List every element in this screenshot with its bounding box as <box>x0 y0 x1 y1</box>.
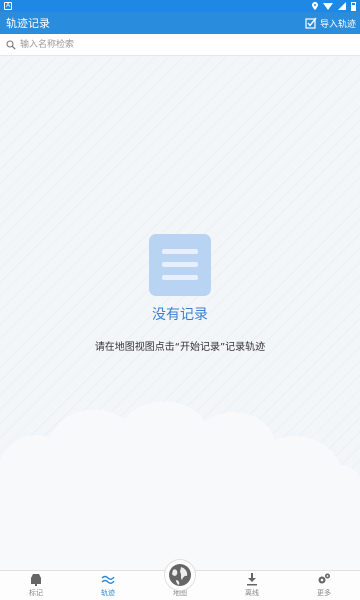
battery-icon <box>351 1 356 11</box>
bottom-tab-bar: 标记 轨迹 地图 离线 更多 <box>0 559 360 600</box>
wifi-icon <box>323 2 333 10</box>
status-bar: A <box>0 0 360 12</box>
empty-state: 没有记录 请在地图视图点击“开始记录”记录轨迹 <box>0 234 360 353</box>
tab-label: 更多 <box>317 589 331 597</box>
search-input[interactable] <box>20 35 354 54</box>
empty-title: 没有记录 <box>152 307 208 323</box>
track-list-area[interactable]: 没有记录 请在地图视图点击“开始记录”记录轨迹 <box>0 57 360 570</box>
page-title: 轨迹记录 <box>6 17 50 30</box>
app-notification-icon: A <box>4 2 12 10</box>
location-icon <box>312 2 318 10</box>
list-document-icon <box>149 234 211 296</box>
gears-icon <box>318 573 330 584</box>
import-track-button[interactable]: 导入轨迹 <box>305 17 356 30</box>
search-bar <box>0 34 360 56</box>
signal-icon <box>338 2 346 10</box>
app-bar: 轨迹记录 导入轨迹 <box>0 12 360 34</box>
tab-map[interactable]: 地图 <box>144 559 216 600</box>
tab-offline[interactable]: 离线 <box>216 571 288 600</box>
map-button-circle <box>164 559 196 591</box>
tab-marker[interactable]: 标记 <box>0 571 72 600</box>
search-icon <box>6 39 16 50</box>
cloud-background <box>0 401 360 570</box>
download-icon <box>247 573 257 586</box>
track-icon <box>101 575 115 584</box>
tab-label: 轨迹 <box>101 589 115 597</box>
import-track-label: 导入轨迹 <box>319 19 356 30</box>
checkbox-icon <box>305 17 317 29</box>
tab-more[interactable]: 更多 <box>288 571 360 600</box>
tab-label: 标记 <box>29 589 43 597</box>
globe-icon <box>169 564 191 586</box>
empty-hint: 请在地图视图点击“开始记录”记录轨迹 <box>94 342 266 353</box>
marker-icon <box>31 574 41 586</box>
tab-track[interactable]: 轨迹 <box>72 571 144 600</box>
tab-label: 离线 <box>245 589 259 597</box>
